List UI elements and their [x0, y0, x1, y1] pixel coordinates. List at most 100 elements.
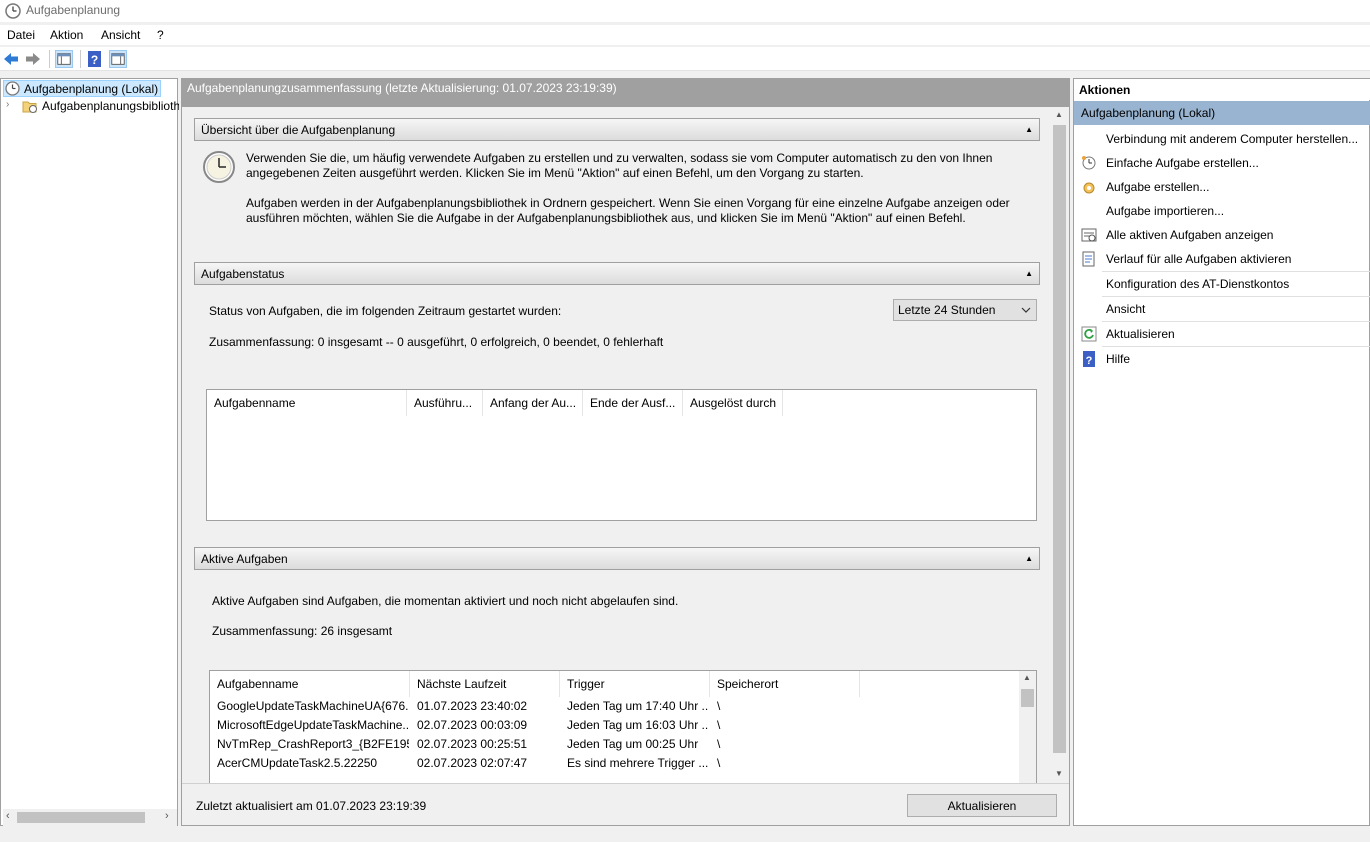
forward-arrow-icon[interactable] — [24, 50, 42, 68]
table-cell[interactable]: AcerCMUpdateTask2.5.22250 — [217, 756, 409, 775]
action-label: Konfiguration des AT-Dienstkontos — [1106, 277, 1290, 291]
table-cell[interactable]: 02.07.2023 00:03:09 — [417, 718, 559, 737]
overview-title: Übersicht über die Aufgabenplanung — [201, 123, 396, 137]
action-at-service-config[interactable]: Konfiguration des AT-Dienstkontos — [1074, 272, 1370, 296]
menu-file[interactable]: Datei — [7, 28, 35, 42]
scroll-thumb[interactable] — [1053, 125, 1066, 753]
tree-item-local[interactable]: Aufgabenplanung (Lokal) — [3, 80, 161, 97]
column-header[interactable]: Ausführu... — [407, 390, 483, 416]
overview-text-line: ausführen möchten, wählen Sie die Aufgab… — [246, 211, 966, 225]
scroll-thumb[interactable] — [1021, 689, 1034, 707]
status-title: Aufgabenstatus — [201, 267, 285, 281]
table-cell[interactable]: \ — [717, 756, 859, 775]
scroll-up-icon[interactable]: ▲ — [1023, 673, 1031, 682]
actions-group-header[interactable]: Aufgabenplanung (Lokal) — [1074, 101, 1370, 125]
column-header[interactable]: Speicherort — [710, 671, 860, 697]
table-cell[interactable]: 02.07.2023 02:07:47 — [417, 756, 559, 775]
summary-header-text: Aufgabenplanungzusammenfassung (letzte A… — [187, 81, 617, 95]
table-cell[interactable]: 02.07.2023 00:25:51 — [417, 737, 559, 756]
menu-action[interactable]: Aktion — [50, 28, 83, 42]
table-cell[interactable]: \ — [717, 737, 859, 756]
collapse-icon[interactable]: ▲ — [1025, 554, 1033, 563]
table-cell[interactable]: GoogleUpdateTaskMachineUA{676... — [217, 699, 409, 718]
action-label: Einfache Aufgabe erstellen... — [1106, 156, 1259, 170]
status-section-header[interactable]: Aufgabenstatus ▲ — [194, 262, 1040, 285]
table-cell[interactable]: NvTmRep_CrashReport3_{B2FE195... — [217, 737, 409, 756]
active-section-header[interactable]: Aktive Aufgaben ▲ — [194, 547, 1040, 570]
table-cell[interactable]: 01.07.2023 23:40:02 — [417, 699, 559, 718]
scroll-thumb[interactable] — [17, 812, 145, 823]
overview-paragraph-1: Verwenden Sie die, um häufig verwendete … — [246, 151, 992, 181]
menu-bar: Datei Aktion Ansicht ? — [0, 25, 1370, 45]
action-show-running-tasks[interactable]: Alle aktiven Aufgaben anzeigen — [1074, 223, 1370, 247]
action-connect-computer[interactable]: Verbindung mit anderem Computer herstell… — [1074, 127, 1370, 151]
scroll-left-icon[interactable]: ‹ — [6, 810, 10, 822]
scroll-right-icon[interactable]: › — [165, 810, 169, 822]
active-title: Aktive Aufgaben — [201, 552, 288, 566]
toolbar-separator — [80, 50, 81, 68]
menu-help[interactable]: ? — [157, 28, 164, 42]
period-select-value: Letzte 24 Stunden — [898, 303, 996, 317]
action-create-task[interactable]: Aufgabe erstellen... — [1074, 175, 1370, 199]
table-cell[interactable]: Jeden Tag um 00:25 Uhr — [567, 737, 709, 756]
wizard-icon — [1082, 156, 1096, 170]
history-icon — [1082, 251, 1095, 267]
summary-vertical-scrollbar[interactable]: ▲ ▼ — [1051, 107, 1068, 783]
table-cell[interactable]: Jeden Tag um 17:40 Uhr ... — [567, 699, 709, 718]
table-vertical-scrollbar[interactable]: ▲ — [1019, 671, 1036, 783]
table-cell[interactable]: Es sind mehrere Trigger ... — [567, 756, 709, 775]
summary-content: Übersicht über die Aufgabenplanung ▲ Ver… — [182, 107, 1069, 783]
active-description: Aktive Aufgaben sind Aufgaben, die momen… — [212, 594, 679, 608]
help-icon: ? — [1083, 351, 1095, 367]
column-header[interactable]: Aufgabenname — [207, 390, 407, 416]
column-header[interactable]: Ausgelöst durch — [683, 390, 783, 416]
action-enable-history[interactable]: Verlauf für alle Aufgaben aktivieren — [1074, 247, 1370, 271]
table-cell[interactable]: MicrosoftEdgeUpdateTaskMachine... — [217, 718, 409, 737]
action-create-basic-task[interactable]: Einfache Aufgabe erstellen... — [1074, 151, 1370, 175]
svg-text:?: ? — [1086, 355, 1093, 367]
action-label: Verlauf für alle Aufgaben aktivieren — [1106, 252, 1292, 266]
column-header[interactable]: Aufgabenname — [210, 671, 410, 697]
active-tasks-table: Aufgabenname Nächste Laufzeit Trigger Sp… — [209, 670, 1037, 783]
tree-horizontal-scrollbar[interactable]: ‹ › — [3, 809, 177, 826]
action-view[interactable]: Ansicht — [1074, 297, 1370, 321]
scroll-up-icon[interactable]: ▲ — [1055, 110, 1063, 119]
table-cell[interactable]: \ — [717, 718, 859, 737]
column-header[interactable]: Anfang der Au... — [483, 390, 583, 416]
menu-view[interactable]: Ansicht — [101, 28, 140, 42]
table-cell[interactable]: Jeden Tag um 16:03 Uhr ... — [567, 718, 709, 737]
show-hide-action-pane-icon[interactable] — [109, 50, 127, 68]
actions-header: Aktionen — [1074, 79, 1370, 100]
help-icon[interactable]: ? — [86, 50, 104, 68]
back-arrow-icon[interactable] — [2, 50, 20, 68]
action-help[interactable]: ? Hilfe — [1074, 347, 1370, 371]
summary-header: Aufgabenplanungzusammenfassung (letzte A… — [182, 79, 1069, 107]
refresh-button[interactable]: Aktualisieren — [907, 794, 1057, 817]
show-hide-console-tree-icon[interactable] — [55, 50, 73, 68]
period-select[interactable]: Letzte 24 Stunden — [893, 299, 1037, 321]
column-header[interactable]: Nächste Laufzeit — [410, 671, 560, 697]
list-icon — [1081, 228, 1097, 242]
action-import-task[interactable]: Aufgabe importieren... — [1074, 199, 1370, 223]
action-refresh[interactable]: Aktualisieren — [1074, 322, 1370, 346]
scroll-down-icon[interactable]: ▼ — [1055, 769, 1063, 778]
chevron-right-icon[interactable]: › — [6, 99, 9, 110]
status-section-body: Status von Aufgaben, die im folgenden Ze… — [194, 285, 1040, 535]
overview-text-line: Aufgaben werden in der Aufgabenplanungsb… — [246, 196, 1010, 210]
overview-text-line: Verwenden Sie die, um häufig verwendete … — [246, 151, 993, 165]
column-header[interactable]: Trigger — [560, 671, 710, 697]
toolbar-separator — [49, 50, 50, 68]
actions-pane: Aktionen Aufgabenplanung (Lokal) Verbind… — [1073, 78, 1370, 826]
refresh-icon — [1081, 326, 1097, 342]
column-header[interactable]: Ende der Ausf... — [583, 390, 683, 416]
overview-section-body: Verwenden Sie die, um häufig verwendete … — [194, 141, 1040, 251]
toolbar: ? — [0, 47, 1370, 71]
table-cell[interactable]: \ — [717, 699, 859, 718]
action-label: Aufgabe erstellen... — [1106, 180, 1210, 194]
overview-section-header[interactable]: Übersicht über die Aufgabenplanung ▲ — [194, 118, 1040, 141]
collapse-icon[interactable]: ▲ — [1025, 125, 1033, 134]
actions-title: Aktionen — [1079, 83, 1131, 97]
collapse-icon[interactable]: ▲ — [1025, 269, 1033, 278]
overview-paragraph-2: Aufgaben werden in der Aufgabenplanungsb… — [246, 196, 1010, 226]
tree-item-library[interactable]: › Aufgabenplanungsbibliothek — [3, 98, 179, 115]
